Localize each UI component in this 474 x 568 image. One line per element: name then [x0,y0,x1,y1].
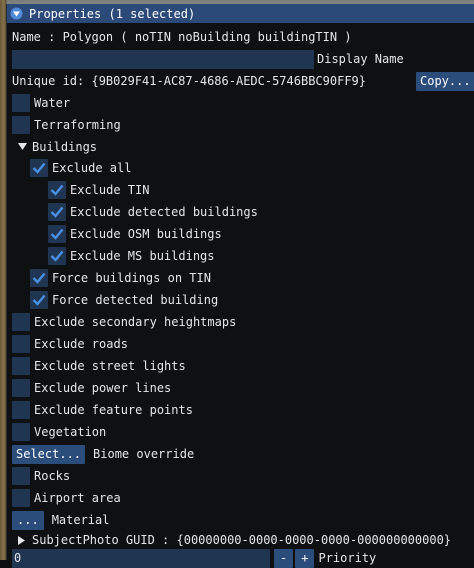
checkmark-icon [32,272,46,284]
force-detected-row[interactable]: Force detected building [30,290,218,310]
terraforming-row[interactable]: Terraforming [12,115,121,135]
force-detected-label: Force detected building [52,293,219,307]
subject-photo-tree-node[interactable]: SubjectPhoto GUID : {00000000-0000-0000-… [15,530,451,550]
exclude-ms-row[interactable]: Exclude MS buildings [48,246,215,266]
exclude-osm-row[interactable]: Exclude OSM buildings [48,224,222,244]
copy-button[interactable]: Copy... [416,72,474,91]
exclude-features-label: Exclude feature points [34,403,193,417]
exclude-power-checkbox[interactable] [12,379,30,397]
buildings-tree-node[interactable]: Buildings [15,137,97,157]
checkmark-icon [50,250,64,262]
airport-row[interactable]: Airport area [12,488,121,508]
exclude-secondary-row[interactable]: Exclude secondary heightmaps [12,312,236,332]
display-name-row: Display Name [12,49,404,69]
subject-photo-label: SubjectPhoto GUID : {00000000-0000-0000-… [32,533,452,547]
exclude-secondary-checkbox[interactable] [12,313,30,331]
exclude-all-checkbox[interactable] [30,159,48,177]
force-on-tin-label: Force buildings on TIN [52,271,211,285]
rocks-row[interactable]: Rocks [12,466,70,486]
name-row: Name : Polygon ( noTIN noBuilding buildi… [12,27,352,47]
vegetation-label: Vegetation [34,425,107,439]
water-label: Water [34,96,71,110]
exclude-tin-row[interactable]: Exclude TIN [48,180,149,200]
rocks-label: Rocks [34,469,71,483]
vegetation-checkbox[interactable] [12,423,30,441]
expand-down-arrow-icon[interactable] [15,143,29,151]
exclude-features-row[interactable]: Exclude feature points [12,400,193,420]
exclude-lights-row[interactable]: Exclude street lights [12,356,186,376]
material-label: Material [51,513,110,527]
priority-decrement-button[interactable]: - [274,548,294,568]
title-bar[interactable]: Properties (1 selected) [7,4,474,23]
collapse-triangle-icon[interactable] [10,7,23,20]
exclude-secondary-label: Exclude secondary heightmaps [34,315,237,329]
exclude-detected-checkbox[interactable] [48,203,66,221]
material-row: ... Material [12,510,109,530]
biome-select-button[interactable]: Select... [12,444,86,464]
unique-id-text: Unique id: {9B029F41-AC87-4686-AEDC-5746… [12,74,367,88]
exclude-power-label: Exclude power lines [34,381,172,395]
water-checkbox[interactable] [12,94,30,112]
display-name-label: Display Name [317,52,404,66]
display-name-input[interactable] [12,49,314,69]
exclude-power-row[interactable]: Exclude power lines [12,378,171,398]
biome-label: Biome override [93,447,195,461]
exclude-osm-checkbox[interactable] [48,225,66,243]
exclude-all-label: Exclude all [52,161,132,175]
exclude-tin-label: Exclude TIN [70,183,150,197]
exclude-roads-label: Exclude roads [34,337,128,351]
exclude-ms-label: Exclude MS buildings [70,249,215,263]
airport-checkbox[interactable] [12,489,30,507]
exclude-detected-row[interactable]: Exclude detected buildings [48,202,258,222]
properties-window: Properties (1 selected) Name : Polygon (… [6,4,474,568]
checkmark-icon [50,228,64,240]
unique-id-row: Unique id: {9B029F41-AC87-4686-AEDC-5746… [12,71,474,91]
vegetation-row[interactable]: Vegetation [12,422,106,442]
exclude-lights-checkbox[interactable] [12,357,30,375]
object-name: Name : Polygon ( noTIN noBuilding buildi… [12,30,352,44]
checkmark-icon [32,294,46,306]
force-on-tin-checkbox[interactable] [30,269,48,287]
terraforming-label: Terraforming [34,118,121,132]
priority-row: 0 - + Priority [12,548,376,568]
expand-right-arrow-icon[interactable] [15,535,29,545]
priority-input[interactable]: 0 [12,548,270,568]
exclude-tin-checkbox[interactable] [48,181,66,199]
airport-label: Airport area [34,491,121,505]
terraforming-checkbox[interactable] [12,116,30,134]
rocks-checkbox[interactable] [12,467,30,485]
exclude-detected-label: Exclude detected buildings [70,205,258,219]
checkmark-icon [32,162,46,174]
priority-increment-button[interactable]: + [295,548,315,568]
force-detected-checkbox[interactable] [30,291,48,309]
force-on-tin-row[interactable]: Force buildings on TIN [30,268,211,288]
exclude-osm-label: Exclude OSM buildings [70,227,222,241]
biome-row: Select... Biome override [12,444,194,464]
window-title: Properties (1 selected) [29,6,196,21]
exclude-roads-row[interactable]: Exclude roads [12,334,128,354]
exclude-lights-label: Exclude street lights [34,359,186,373]
exclude-roads-checkbox[interactable] [12,335,30,353]
checkmark-icon [50,206,64,218]
water-row[interactable]: Water [12,93,70,113]
exclude-ms-checkbox[interactable] [48,247,66,265]
buildings-label: Buildings [32,140,98,154]
checkmark-icon [50,184,64,196]
priority-label: Priority [318,551,377,565]
exclude-all-row[interactable]: Exclude all [30,158,131,178]
material-browse-button[interactable]: ... [12,510,44,530]
exclude-features-checkbox[interactable] [12,401,30,419]
